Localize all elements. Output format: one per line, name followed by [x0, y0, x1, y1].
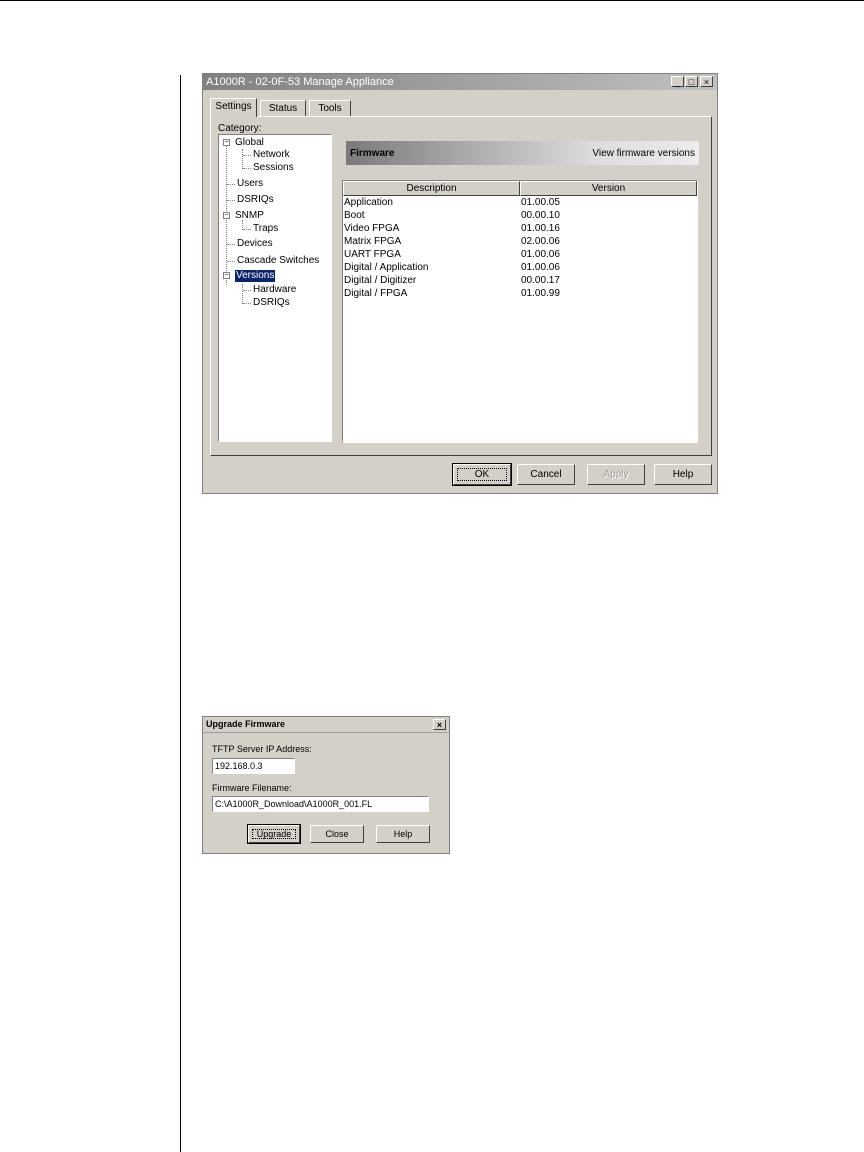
tree-item-users[interactable]: Users — [237, 178, 263, 190]
tree-line — [227, 261, 235, 262]
row-version: 01.00.16 — [521, 223, 560, 234]
window-title: A1000R - 02-0F-53 Manage Appliance — [206, 76, 394, 88]
close-icon[interactable]: × — [700, 76, 713, 87]
close-button[interactable]: Close — [310, 825, 364, 843]
row-version: 01.00.06 — [521, 249, 560, 260]
row-version: 01.00.05 — [521, 197, 560, 208]
maximize-icon[interactable]: □ — [685, 76, 698, 87]
focus-ring — [252, 829, 296, 839]
tree-item-network[interactable]: Network — [253, 149, 290, 161]
tree-line — [243, 229, 251, 230]
page-top-rule — [0, 0, 864, 1]
manage-appliance-window: A1000R - 02-0F-53 Manage Appliance _ □ ×… — [202, 73, 718, 494]
ip-address-label: TFTP Server IP Address: — [212, 744, 312, 754]
row-description: Digital / FPGA — [344, 288, 408, 299]
row-description: Video FPGA — [344, 223, 400, 234]
collapse-snmp-icon[interactable]: − — [223, 212, 230, 219]
tree-item-hardware[interactable]: Hardware — [253, 284, 296, 296]
column-header-description[interactable]: Description — [343, 181, 520, 196]
tab-tools[interactable]: Tools — [309, 100, 351, 116]
firmware-table: Description Version Application 01.00.05… — [342, 180, 698, 443]
collapse-versions-icon[interactable]: − — [223, 272, 230, 279]
table-row[interactable]: Boot 00.00.10 — [343, 209, 695, 222]
tree-item-sessions[interactable]: Sessions — [253, 162, 294, 174]
tree-item-traps[interactable]: Traps — [253, 223, 278, 235]
tree-item-dsriqs[interactable]: DSRIQs — [237, 194, 274, 206]
row-version: 01.00.06 — [521, 262, 560, 273]
tree-item-global[interactable]: Global — [235, 137, 264, 149]
tree-item-dsriqs-versions[interactable]: DSRIQs — [253, 297, 290, 309]
cancel-button[interactable]: Cancel — [517, 464, 575, 485]
tree-line — [243, 290, 251, 291]
section-subtitle: View firmware versions — [592, 148, 695, 159]
category-tree[interactable]: − Global Network Sessions Users DSRIQs −… — [218, 134, 332, 442]
page-margin-rule — [180, 75, 181, 1152]
row-description: Boot — [344, 210, 365, 221]
row-description: Digital / Application — [344, 262, 429, 273]
table-row[interactable]: Digital / Digitizer 00.00.17 — [343, 274, 695, 287]
row-description: Matrix FPGA — [344, 236, 402, 247]
ok-button[interactable]: OK — [452, 463, 512, 486]
tree-item-cascade-switches[interactable]: Cascade Switches — [237, 255, 319, 267]
tree-item-devices[interactable]: Devices — [237, 238, 273, 250]
tree-line — [242, 284, 243, 304]
row-version: 01.00.99 — [521, 288, 560, 299]
dialog-title: Upgrade Firmware — [206, 719, 286, 729]
apply-button[interactable]: Apply — [587, 464, 645, 485]
firmware-header: Firmware View firmware versions — [346, 141, 699, 165]
filename-input[interactable]: C:\A1000R_Download\A1000R_001.FL — [212, 796, 429, 812]
filename-label: Firmware Filename: — [212, 783, 292, 793]
focus-ring — [457, 468, 507, 481]
table-row[interactable]: Digital / FPGA 01.00.99 — [343, 287, 695, 300]
upgrade-firmware-dialog: Upgrade Firmware × TFTP Server IP Addres… — [202, 716, 450, 854]
minimize-icon[interactable]: _ — [671, 76, 684, 87]
tree-line — [227, 184, 235, 185]
upgrade-button[interactable]: Upgrade — [247, 824, 301, 844]
row-description: Application — [344, 197, 393, 208]
tab-settings[interactable]: Settings — [210, 98, 257, 117]
category-label: Category: — [218, 123, 262, 134]
table-row[interactable]: Application 01.00.05 — [343, 196, 695, 209]
close-icon[interactable]: × — [433, 719, 446, 730]
row-version: 02.00.06 — [521, 236, 560, 247]
table-row[interactable]: Matrix FPGA 02.00.06 — [343, 235, 695, 248]
tree-line — [227, 244, 235, 245]
help-button[interactable]: Help — [654, 464, 712, 485]
tree-line — [243, 155, 251, 156]
tree-line — [242, 149, 243, 169]
row-description: Digital / Digitizer — [344, 275, 417, 286]
tree-line — [227, 200, 235, 201]
help-button[interactable]: Help — [376, 825, 430, 843]
table-row[interactable]: Video FPGA 01.00.16 — [343, 222, 695, 235]
row-version: 00.00.10 — [521, 210, 560, 221]
tree-item-snmp[interactable]: SNMP — [235, 210, 264, 222]
tree-line — [243, 303, 251, 304]
column-header-version[interactable]: Version — [520, 181, 697, 196]
tab-status[interactable]: Status — [260, 100, 306, 116]
section-title: Firmware — [350, 148, 395, 159]
collapse-global-icon[interactable]: − — [223, 139, 230, 146]
row-description: UART FPGA — [344, 249, 401, 260]
table-row[interactable]: UART FPGA 01.00.06 — [343, 248, 695, 261]
title-bar: A1000R - 02-0F-53 Manage Appliance _ □ × — [203, 74, 717, 90]
dialog-title-bar: Upgrade Firmware × — [203, 717, 449, 733]
tree-line — [243, 168, 251, 169]
ip-address-input[interactable]: 192.168.0.3 — [212, 758, 295, 774]
table-row[interactable]: Digital / Application 01.00.06 — [343, 261, 695, 274]
tree-item-versions[interactable]: Versions — [235, 270, 276, 282]
row-version: 00.00.17 — [521, 275, 560, 286]
